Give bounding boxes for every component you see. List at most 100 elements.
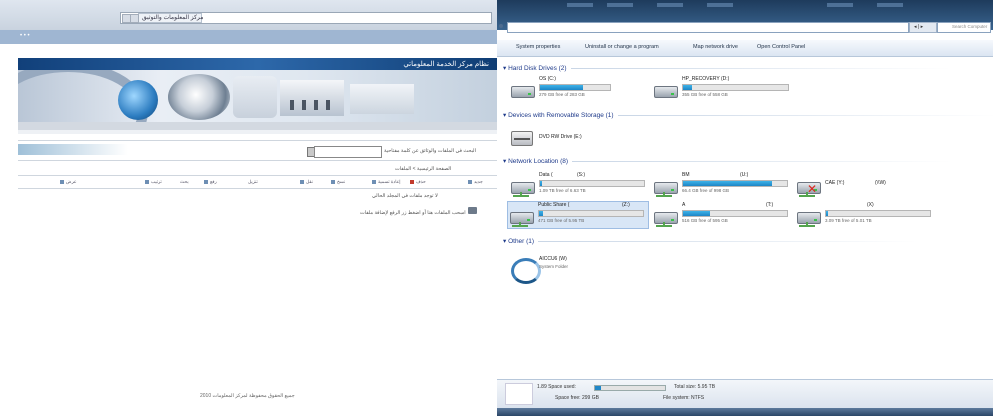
- group-network-location[interactable]: ▾ Network Location (8): [503, 157, 953, 165]
- windows-explorer-screenshot: ◂ | ▸ Search Computer System properties …: [497, 0, 993, 416]
- hard-drive-icon: [509, 80, 535, 98]
- network-drive-x[interactable]: (X) 3.09 TB free of 5.01 TB: [795, 202, 935, 228]
- drive-free-space: 355 GB free of 558 GB: [682, 92, 728, 97]
- title-glyph: [607, 3, 633, 7]
- folder-name: AICCU6 (W): [539, 256, 567, 262]
- toolbar-delete[interactable]: حذف: [416, 179, 426, 185]
- drive-usage-fill: [683, 211, 711, 216]
- toolbar-icon: [331, 180, 335, 184]
- banner-device-graphic: [233, 76, 277, 118]
- search-panel-gradient: [18, 144, 128, 155]
- dvd-drive-icon: [509, 128, 535, 146]
- file-system: File system: NTFS: [663, 395, 705, 401]
- drive-name: DVD RW Drive (E:): [539, 134, 582, 140]
- command-bar: System properties Uninstall or change a …: [497, 40, 993, 57]
- toolbar-search[interactable]: بحث: [180, 179, 189, 185]
- nav-back-icon[interactable]: [499, 24, 503, 28]
- drive-letter: (U:): [740, 172, 749, 178]
- group-other[interactable]: ▾ Other (1): [503, 237, 920, 245]
- drive-name: OS (C:): [539, 76, 556, 82]
- drive-free-space: 66.4 GB free of 998 GB: [682, 188, 730, 193]
- map-network-drive-button[interactable]: Map network drive: [693, 44, 738, 50]
- toolbar-download[interactable]: تنزيل: [248, 179, 258, 185]
- address-bar[interactable]: [507, 22, 909, 33]
- portal-top-bar: • • •: [0, 30, 497, 44]
- drive-free-space: 3.09 TB free of 5.01 TB: [825, 218, 872, 223]
- group-removable-storage[interactable]: ▾ Devices with Removable Storage (1): [503, 111, 993, 119]
- drive-tile-os[interactable]: OS (C:) 279 GB free of 283 GB: [509, 76, 669, 102]
- toolbar-move[interactable]: نقل: [306, 179, 313, 185]
- taskbar: [497, 408, 993, 416]
- portal-banner: [18, 70, 497, 122]
- globe-icon: [118, 80, 158, 120]
- browser-tab[interactable]: مركز المعلومات والتوثيق: [138, 13, 204, 23]
- drive-letter: (S:): [577, 172, 586, 178]
- hard-drive-icon: [652, 80, 678, 98]
- network-drive-public-share[interactable]: Public Share ( (Z:) 471 GB free of 5.95 …: [507, 201, 649, 229]
- toolbar-view[interactable]: عرض: [66, 179, 77, 185]
- group-label: Network Location (8): [508, 158, 569, 165]
- folder-type: System Folder: [539, 264, 569, 269]
- aiccu-folder-icon: [509, 256, 541, 284]
- open-control-panel-button[interactable]: Open Control Panel: [757, 44, 805, 50]
- drive-tile-hp-recovery[interactable]: HP_RECOVERY (D:) 355 GB free of 558 GB: [652, 76, 812, 102]
- drive-usage-bar: [538, 210, 644, 217]
- folder-note: لا توجد ملفات في المجلد الحالي: [372, 193, 438, 199]
- network-drive-data[interactable]: Data ( (S:) 1.09 TB free of 6.63 TB: [509, 172, 649, 198]
- drive-usage-fill: [540, 85, 583, 90]
- drive-usage-bar: [539, 180, 645, 187]
- folder-icon[interactable]: [468, 207, 477, 214]
- search-input[interactable]: [314, 146, 382, 158]
- refresh-label: ◂ | ▸: [914, 24, 924, 30]
- drive-usage-fill: [539, 211, 544, 216]
- upload-note: اسحب الملفات هنا أو اضغط زر الرفع لإضافة…: [360, 210, 466, 216]
- toolbar-new[interactable]: جديد: [474, 179, 483, 185]
- toolbar-sort[interactable]: ترتيب: [151, 179, 162, 185]
- drive-name: A: [682, 202, 686, 208]
- uninstall-program-button[interactable]: Uninstall or change a program: [585, 44, 659, 50]
- camera-lens-graphic: [168, 74, 230, 120]
- group-label: Devices with Removable Storage (1): [508, 112, 614, 119]
- refresh-icon[interactable]: [130, 14, 139, 23]
- title-glyph: [657, 3, 683, 7]
- drive-name: Data (: [539, 172, 553, 178]
- space-used-fill: [595, 386, 601, 390]
- group-hard-disk-drives[interactable]: ▾ Hard Disk Drives (2): [503, 64, 948, 72]
- drive-usage-fill: [826, 211, 829, 216]
- drive-usage-bar: [682, 210, 788, 217]
- drive-free-space: 279 GB free of 283 GB: [539, 92, 585, 97]
- drive-name: Public Share (: [538, 202, 570, 208]
- delete-icon: [410, 180, 414, 184]
- search-input[interactable]: Search Computer: [937, 22, 991, 33]
- toolbar-icon: [145, 180, 149, 184]
- toolbar-upload[interactable]: رفع: [210, 179, 217, 185]
- toolbar-copy[interactable]: نسخ: [337, 179, 345, 185]
- refresh-button[interactable]: ◂ | ▸: [909, 22, 937, 33]
- network-drive-icon: [509, 176, 535, 197]
- selected-drive-icon: [505, 383, 533, 405]
- toolbar-icon: [60, 180, 64, 184]
- web-portal-screenshot: مركز المعلومات والتوثيق • • • نظام مركز …: [0, 0, 497, 416]
- drive-name: BM: [682, 172, 690, 178]
- total-size: Total size: 5.95 TB: [674, 384, 716, 390]
- drive-letter: (Z:): [622, 202, 630, 208]
- drive-usage-fill: [683, 85, 693, 90]
- network-drive-a[interactable]: A (T:) 516 GB free of 595 GB: [652, 202, 792, 228]
- title-glyph: [707, 3, 733, 7]
- system-folder-aiccu6[interactable]: AICCU6 (W) System Folder: [509, 252, 629, 284]
- breadcrumb[interactable]: الصفحة الرئيسية > الملفات: [395, 166, 451, 172]
- search-label: البحث في الملفات والوثائق عن كلمة مفتاحي…: [384, 148, 476, 154]
- drive-name: (X): [867, 202, 874, 208]
- details-pane: 1.89 Space used: Total size: 5.95 TB Spa…: [497, 379, 993, 408]
- divider: [18, 160, 497, 161]
- office-graphic: [350, 84, 414, 114]
- browser-tab-label: مركز المعلومات والتوثيق: [142, 15, 204, 21]
- system-properties-button[interactable]: System properties: [516, 44, 560, 50]
- network-drive-icon: [652, 206, 678, 227]
- network-drive-bm[interactable]: BM (U:) 66.4 GB free of 998 GB: [652, 172, 792, 198]
- toolbar-rename[interactable]: إعادة تسمية: [378, 179, 401, 185]
- network-drive-cae[interactable]: ✕ CAE (Y:) (\\W): [795, 172, 935, 198]
- drive-tile-dvd[interactable]: DVD RW Drive (E:): [509, 124, 629, 150]
- top-bar-text: • • •: [20, 33, 30, 39]
- divider: [18, 175, 497, 176]
